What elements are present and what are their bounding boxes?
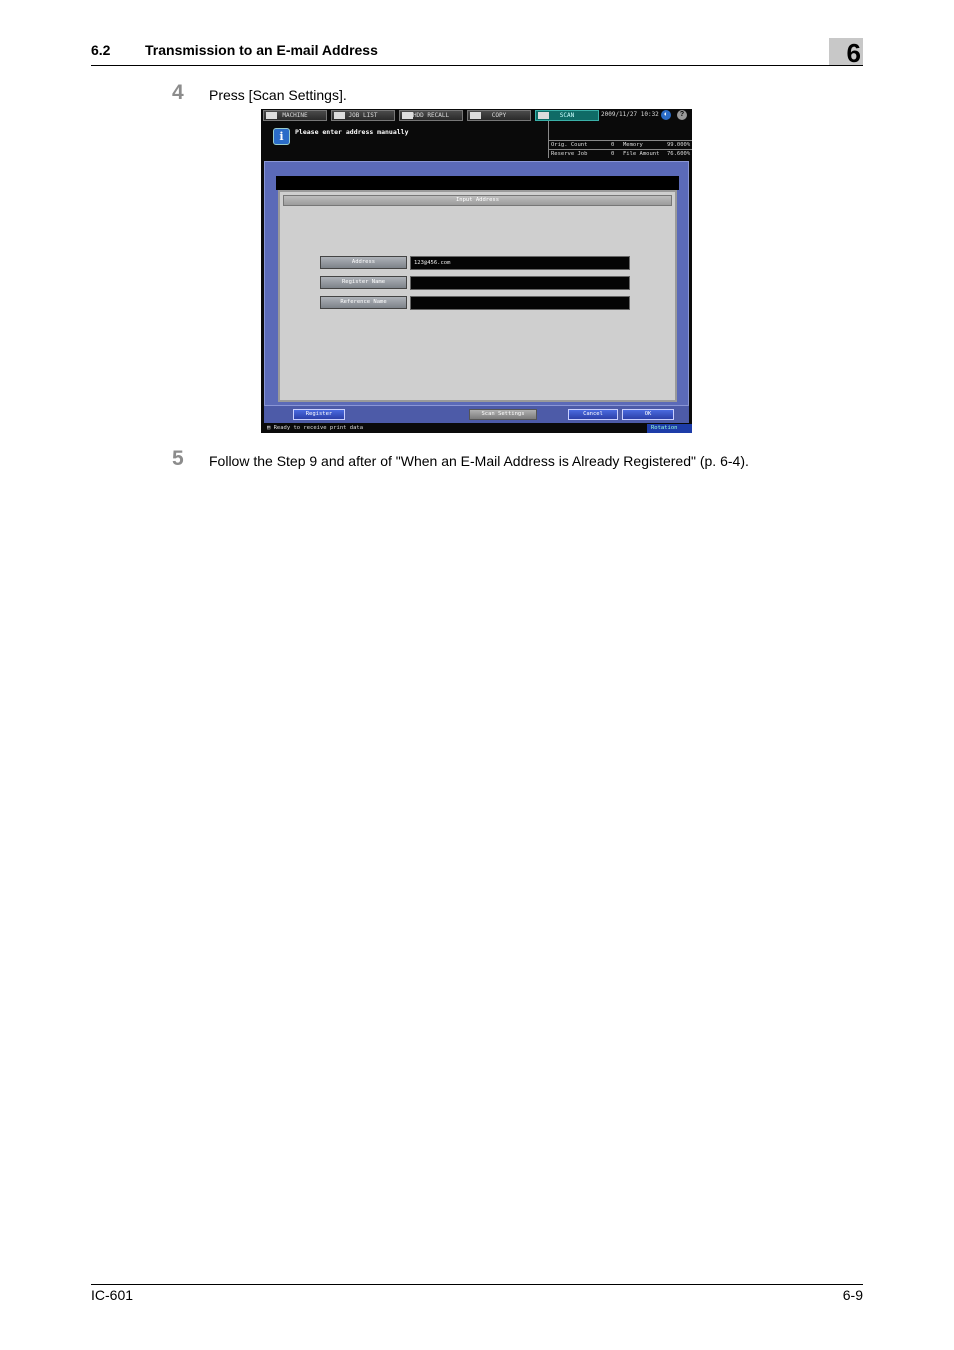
orig-count-value: 0 (611, 142, 615, 148)
globe-icon[interactable]: ◐ (661, 110, 671, 120)
tab-machine[interactable]: MACHINE (263, 110, 327, 121)
scan-settings-button[interactable]: Scan Settings (469, 409, 537, 420)
status-grid: Orig. Count 0 Memory 99.000% Reserve Job… (548, 121, 692, 158)
footer-page-number: 6-9 (842, 1287, 863, 1303)
reserve-job-label: Reserve Job (551, 151, 588, 157)
hdd-icon (402, 112, 413, 119)
step-number: 4 (172, 81, 184, 104)
status-row: Reserve Job 0 File Amount 76.600% (549, 149, 692, 159)
dialog-title: Input Address (283, 195, 672, 206)
tab-label: COPY (491, 112, 507, 119)
tab-label: MACHINE (282, 112, 308, 119)
copy-icon (470, 112, 481, 119)
device-screen: MACHINE JOB LIST HDD RECALL COPY SCAN 20… (261, 109, 692, 433)
status-text: Ready to receive print data (273, 425, 364, 431)
memory-label: Memory (623, 142, 643, 148)
register-name-field[interactable] (410, 276, 630, 290)
message-text: Please enter address manually (295, 128, 409, 136)
section-title: Transmission to an E-mail Address (145, 42, 378, 58)
address-button[interactable]: Address (320, 256, 407, 269)
tab-copy[interactable]: COPY (467, 110, 531, 121)
reference-name-field[interactable] (410, 296, 630, 310)
memory-value: 99.000% (667, 142, 691, 148)
register-name-button[interactable]: Register Name (320, 276, 407, 289)
main-area: Input Address Address 123@456.com Regist… (264, 161, 689, 406)
bottom-bar: Register Scan Settings Cancel OK (264, 406, 689, 423)
tab-label: JOB LIST (348, 112, 378, 119)
cancel-button[interactable]: Cancel (568, 409, 618, 420)
printer-icon: ▤ (267, 425, 271, 431)
status-line: ▤ Ready to receive print data (267, 425, 363, 431)
section-number: 6.2 (91, 42, 111, 58)
header-rule (91, 65, 863, 66)
rotation-indicator: Rotation (647, 424, 692, 433)
ok-button[interactable]: OK (622, 409, 674, 420)
machine-icon (266, 112, 277, 119)
file-amount-label: File Amount (623, 151, 660, 157)
orig-count-label: Orig. Count (551, 142, 588, 148)
main-top-bar (276, 176, 679, 190)
info-icon: i (273, 128, 290, 145)
input-address-dialog: Input Address Address 123@456.com Regist… (278, 190, 677, 402)
tab-scan[interactable]: SCAN (535, 110, 599, 121)
step-text: Follow the Step 9 and after of "When an … (209, 453, 749, 469)
address-field[interactable]: 123@456.com (410, 256, 630, 270)
reserve-job-value: 0 (611, 151, 615, 157)
help-icon[interactable]: ? (677, 110, 687, 120)
reference-name-button[interactable]: Reference Name (320, 296, 407, 309)
scan-icon (538, 112, 549, 119)
register-button[interactable]: Register (293, 409, 345, 420)
datetime: 2009/11/27 10:32 (601, 111, 659, 118)
tab-label: HDD RECALL (412, 112, 450, 119)
file-amount-value: 76.600% (667, 151, 691, 157)
tab-hdd-recall[interactable]: HDD RECALL (399, 110, 463, 121)
list-icon (334, 112, 345, 119)
footer-model: IC-601 (91, 1287, 134, 1303)
chapter-number: 6 (846, 38, 861, 68)
tab-label: SCAN (559, 112, 575, 119)
step-text: Press [Scan Settings]. (209, 87, 347, 103)
footer-rule (91, 1284, 863, 1285)
step-number: 5 (172, 447, 184, 470)
tab-job-list[interactable]: JOB LIST (331, 110, 395, 121)
